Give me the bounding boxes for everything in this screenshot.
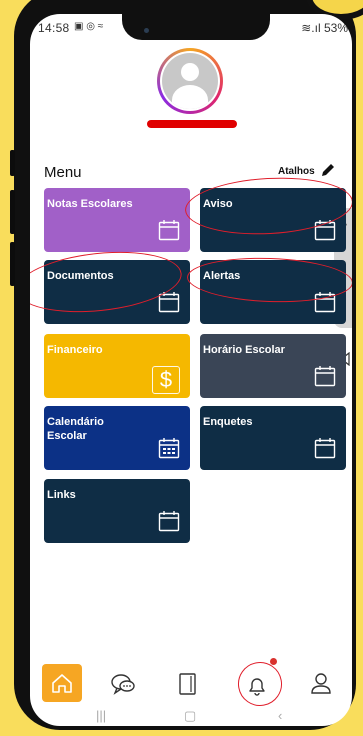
menu-tile-label: Notas Escolares — [47, 198, 133, 210]
bottom-nav — [30, 652, 352, 710]
menu-tile-calendario-escolar[interactable]: Calendário Escolar — [44, 406, 190, 470]
chat-icon[interactable] — [110, 672, 136, 696]
phone-side-button — [10, 242, 15, 286]
menu-tile-financeiro[interactable]: Financeiro $ — [44, 334, 190, 398]
phone-screen: 14:58 ▣ ◎ ≈ ≋.ıl 53% Menu Atalhos •• Not… — [30, 14, 352, 726]
user-name-redacted — [147, 120, 237, 128]
menu-tile-horario-escolar[interactable]: Horário Escolar — [200, 334, 346, 398]
menu-tile-label: Financeiro — [47, 344, 103, 356]
calendar-icon — [158, 219, 180, 244]
menu-tile-label: Enquetes — [203, 416, 253, 428]
menu-title: Menu — [44, 164, 82, 181]
menu-tile-label: Calendário Escolar — [47, 416, 104, 442]
status-battery: ≋.ıl 53% — [301, 21, 348, 35]
calendar-icon — [314, 365, 336, 390]
menu-tile-notas-escolares[interactable]: Notas Escolares — [44, 188, 190, 252]
menu-tile-label: Links — [47, 489, 76, 501]
phone-side-button — [10, 150, 15, 176]
status-icons-left: ▣ ◎ ≈ — [74, 21, 104, 32]
calendar-icon — [314, 437, 336, 462]
nav-home[interactable] — [42, 664, 82, 702]
calendar-icon — [158, 510, 180, 535]
menu-tile-links[interactable]: Links — [44, 479, 190, 543]
calendar-grid-icon — [158, 437, 180, 462]
annotation-circle — [234, 658, 286, 710]
back-system-button[interactable]: ‹ — [278, 708, 282, 723]
menu-tile-enquetes[interactable]: Enquetes — [200, 406, 346, 470]
home-icon — [52, 674, 72, 693]
profile-icon[interactable] — [310, 672, 332, 696]
avatar[interactable] — [157, 48, 223, 114]
phone-side-button — [10, 190, 15, 234]
pencil-icon[interactable] — [320, 162, 336, 178]
book-icon[interactable] — [178, 672, 198, 696]
status-time: 14:58 — [38, 21, 70, 35]
camera-notch — [122, 14, 270, 40]
notification-dot — [270, 658, 277, 665]
front-camera — [144, 28, 149, 33]
home-system-button[interactable]: ▢ — [184, 708, 196, 724]
user-avatar-icon — [162, 53, 218, 109]
system-nav-bar: ||| ▢ ‹ — [30, 704, 352, 726]
menu-tile-label: Horário Escolar — [203, 344, 285, 356]
recent-apps-button[interactable]: ||| — [96, 708, 106, 723]
shortcuts-label[interactable]: Atalhos — [278, 166, 315, 177]
dollar-icon: $ — [152, 366, 180, 394]
